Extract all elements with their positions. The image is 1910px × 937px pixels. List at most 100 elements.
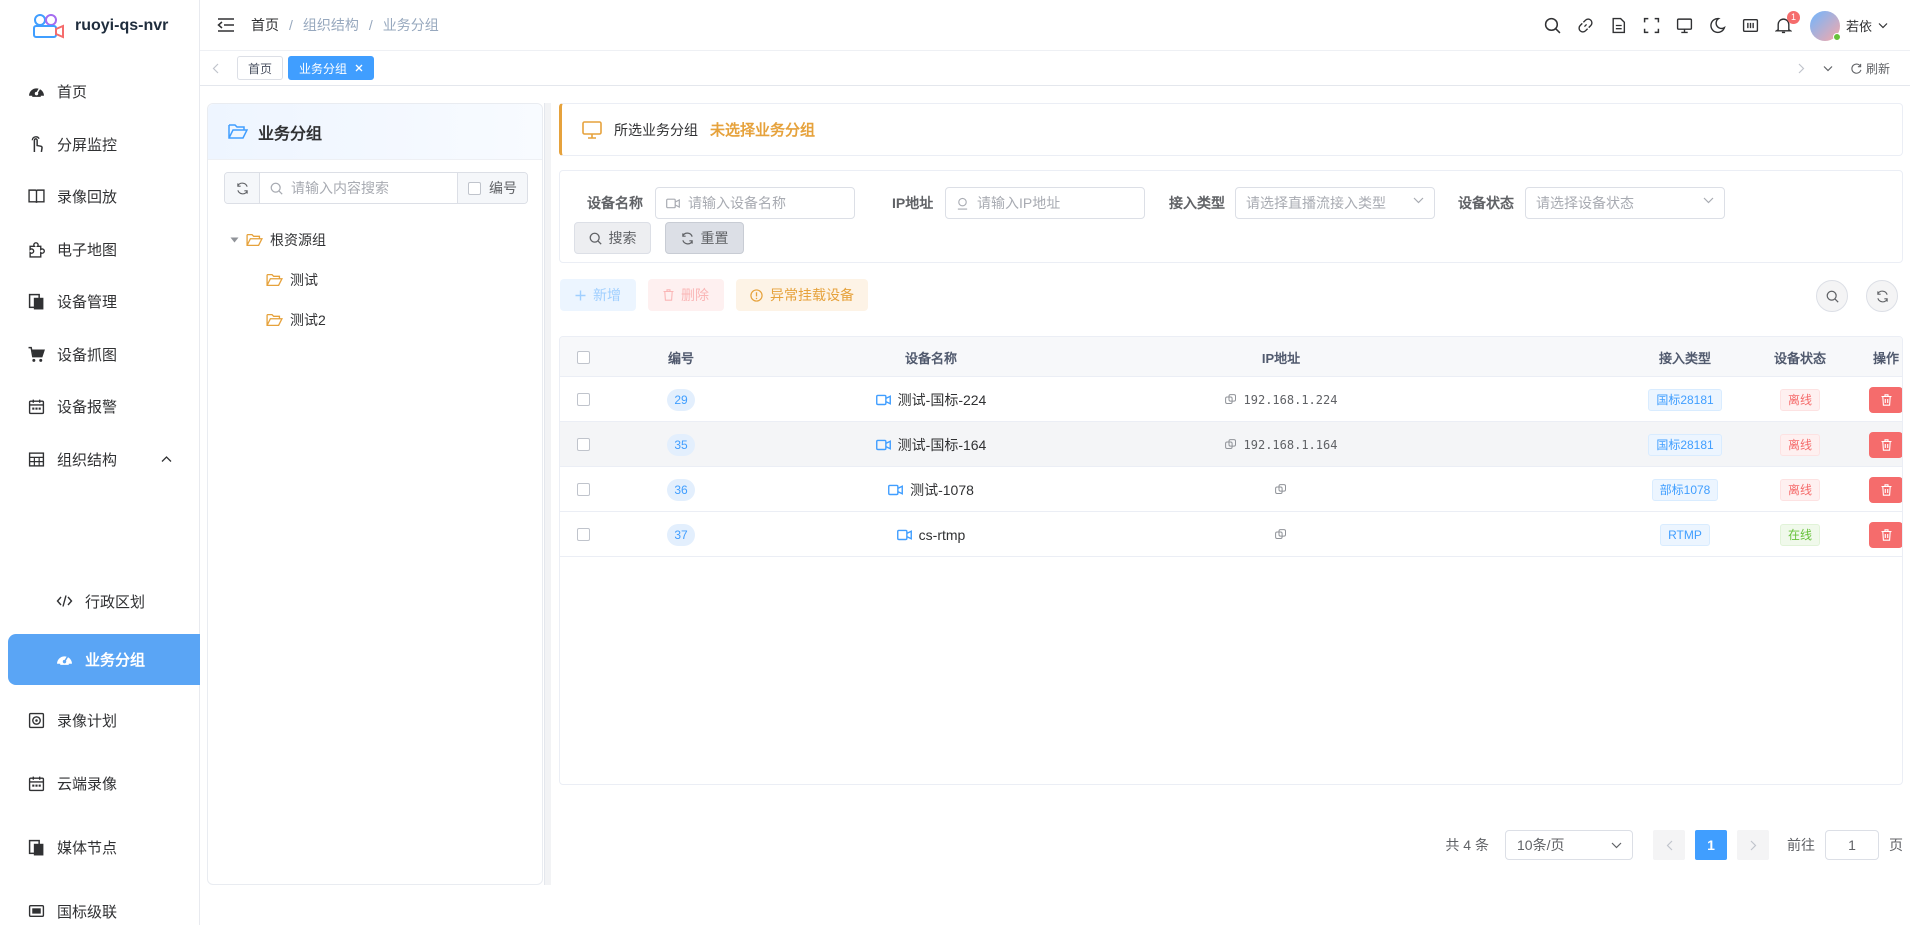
reset-button[interactable]: 重置 <box>665 222 744 254</box>
copy-icon[interactable] <box>1275 483 1287 496</box>
row-checkbox[interactable] <box>560 377 606 422</box>
sidebar-item-snapshot[interactable]: 设备抓图 <box>0 328 200 380</box>
toggle-search-button[interactable] <box>1816 280 1848 312</box>
hamburger-icon[interactable] <box>217 17 235 33</box>
sidebar-item-media-node[interactable]: 媒体节点 <box>0 821 200 873</box>
documents-icon <box>28 839 45 856</box>
user-menu[interactable]: 若依 <box>1809 10 1888 41</box>
search-icon[interactable] <box>1544 17 1561 34</box>
chevron-down-icon <box>1413 197 1424 204</box>
tree-search-input[interactable]: 请输入内容搜索 <box>260 173 457 203</box>
access-type-tag: 国标28181 <box>1648 388 1722 411</box>
row-delete-button[interactable] <box>1869 386 1902 413</box>
panel-splitter[interactable] <box>544 103 551 885</box>
next-page-button[interactable] <box>1737 830 1769 860</box>
screen-icon <box>28 903 45 920</box>
sidebar-item-org[interactable]: 组织结构 <box>0 433 200 485</box>
row-checkbox[interactable] <box>560 512 606 557</box>
ip-input[interactable]: 请输入IP地址 <box>945 187 1145 219</box>
tree-search-group: 请输入内容搜索 编号 <box>224 172 528 204</box>
app-logo[interactable]: ruoyi-qs-nvr <box>0 0 199 51</box>
link-icon[interactable] <box>1577 17 1594 34</box>
chevron-down-icon <box>1703 197 1714 204</box>
goto-page-input[interactable]: 1 <box>1825 830 1879 860</box>
breadcrumb-item-home[interactable]: 首页 <box>251 15 279 35</box>
document-icon[interactable] <box>1610 17 1627 34</box>
dashboard-icon <box>28 83 45 100</box>
sidebar-item-playback[interactable]: 录像回放 <box>0 170 200 222</box>
checkbox-box <box>576 438 590 451</box>
search-button[interactable]: 搜索 <box>574 222 651 254</box>
device-name[interactable]: 测试-1078 <box>888 480 974 500</box>
sidebar-item-gb-cascade[interactable]: 国标级联 <box>0 885 200 937</box>
tree-refresh-button[interactable] <box>225 173 260 203</box>
ip-placeholder: 请输入IP地址 <box>977 195 1061 211</box>
row-delete-button[interactable] <box>1869 476 1902 503</box>
ip-value <box>1275 528 1287 541</box>
abnormal-device-button[interactable]: 异常挂载设备 <box>736 279 868 311</box>
sidebar-item-emap[interactable]: 电子地图 <box>0 223 200 275</box>
table-row[interactable]: 37 cs-rtmp RTMP 在线 <box>560 512 1902 557</box>
tag-home[interactable]: 首页 <box>237 56 284 80</box>
ip-cell <box>1106 512 1456 557</box>
refresh-table-button[interactable] <box>1866 280 1898 312</box>
prev-page-button[interactable] <box>1653 830 1685 860</box>
sidebar-item-record-plan[interactable]: 录像计划 <box>0 694 200 746</box>
show-code-checkbox[interactable]: 编号 <box>457 173 527 203</box>
device-name[interactable]: 测试-国标-224 <box>875 390 986 410</box>
page-number-button[interactable]: 1 <box>1695 830 1727 860</box>
add-button[interactable]: 新增 <box>560 279 636 311</box>
fullscreen-icon[interactable] <box>1643 17 1660 34</box>
delete-button[interactable]: 删除 <box>648 279 724 311</box>
refresh-label: 刷新 <box>1865 61 1890 76</box>
id-badge: 36 <box>667 478 695 501</box>
sidebar-item-home[interactable]: 首页 <box>0 65 200 117</box>
copy-icon[interactable] <box>1224 393 1237 406</box>
row-delete-button[interactable] <box>1869 521 1902 548</box>
tag-business-group[interactable]: 业务分组 <box>288 56 375 80</box>
caret-down-icon[interactable] <box>230 237 239 243</box>
breadcrumb-item-org[interactable]: 组织结构 <box>303 15 359 35</box>
copy-icon[interactable] <box>1224 438 1237 451</box>
monitor-icon[interactable] <box>1676 17 1693 34</box>
table-row[interactable]: 29 测试-国标-224 192.168.1.224 国标28181 离线 <box>560 377 1902 422</box>
sidebar-item-business-group[interactable]: 业务分组 <box>8 634 200 685</box>
table-row[interactable]: 35 测试-国标-164 192.168.1.164 国标28181 离线 <box>560 422 1902 467</box>
row-checkbox[interactable] <box>560 467 606 512</box>
sidebar-item-admin-region[interactable]: 行政区划 <box>0 575 200 627</box>
tree-node-root[interactable]: 根资源组 <box>230 230 326 250</box>
select-all-checkbox[interactable] <box>560 337 606 377</box>
access-type-select[interactable]: 请选择直播流接入类型 <box>1235 187 1435 219</box>
sidebar-item-split-monitor[interactable]: 分屏监控 <box>0 118 200 170</box>
device-name[interactable]: 测试-国标-164 <box>875 435 986 455</box>
add-button-label: 新增 <box>593 287 621 303</box>
chevron-left-icon[interactable] <box>212 63 219 74</box>
layout-icon[interactable] <box>1742 17 1759 34</box>
tree-node-test2[interactable]: 测试2 <box>266 310 326 330</box>
moon-icon[interactable] <box>1709 17 1726 34</box>
page-size-select[interactable]: 10条/页 <box>1505 830 1633 860</box>
bell-icon[interactable]: 1 <box>1774 11 1800 34</box>
status-select[interactable]: 请选择设备状态 <box>1525 187 1725 219</box>
device-name-input[interactable]: 请输入设备名称 <box>655 187 855 219</box>
search-icon <box>1826 290 1839 303</box>
copy-icon[interactable] <box>1275 528 1287 541</box>
row-checkbox[interactable] <box>560 422 606 467</box>
sidebar-item-device-mgmt[interactable]: 设备管理 <box>0 275 200 327</box>
device-name-text: 测试-1078 <box>910 481 974 498</box>
video-camera-icon <box>875 439 891 451</box>
plus-icon <box>575 290 586 301</box>
refresh-tag-button[interactable]: 刷新 <box>1851 60 1890 77</box>
device-name[interactable]: cs-rtmp <box>896 527 965 543</box>
row-delete-button[interactable] <box>1869 431 1902 458</box>
sidebar-item-alarm[interactable]: 设备报警 <box>0 380 200 432</box>
chevron-right-icon[interactable] <box>1798 63 1805 74</box>
tree-node-label: 测试2 <box>290 312 326 328</box>
table-row[interactable]: 36 测试-1078 部标1078 离线 <box>560 467 1902 512</box>
top-navbar: 首页 / 组织结构 / 业务分组 1 若依 <box>200 0 1910 51</box>
sidebar-item-cloud-record[interactable]: 云端录像 <box>0 757 200 809</box>
chevron-down-icon[interactable] <box>1823 65 1833 72</box>
refresh-icon <box>1876 290 1889 303</box>
close-icon[interactable] <box>355 64 363 72</box>
tree-node-test[interactable]: 测试 <box>266 270 318 290</box>
